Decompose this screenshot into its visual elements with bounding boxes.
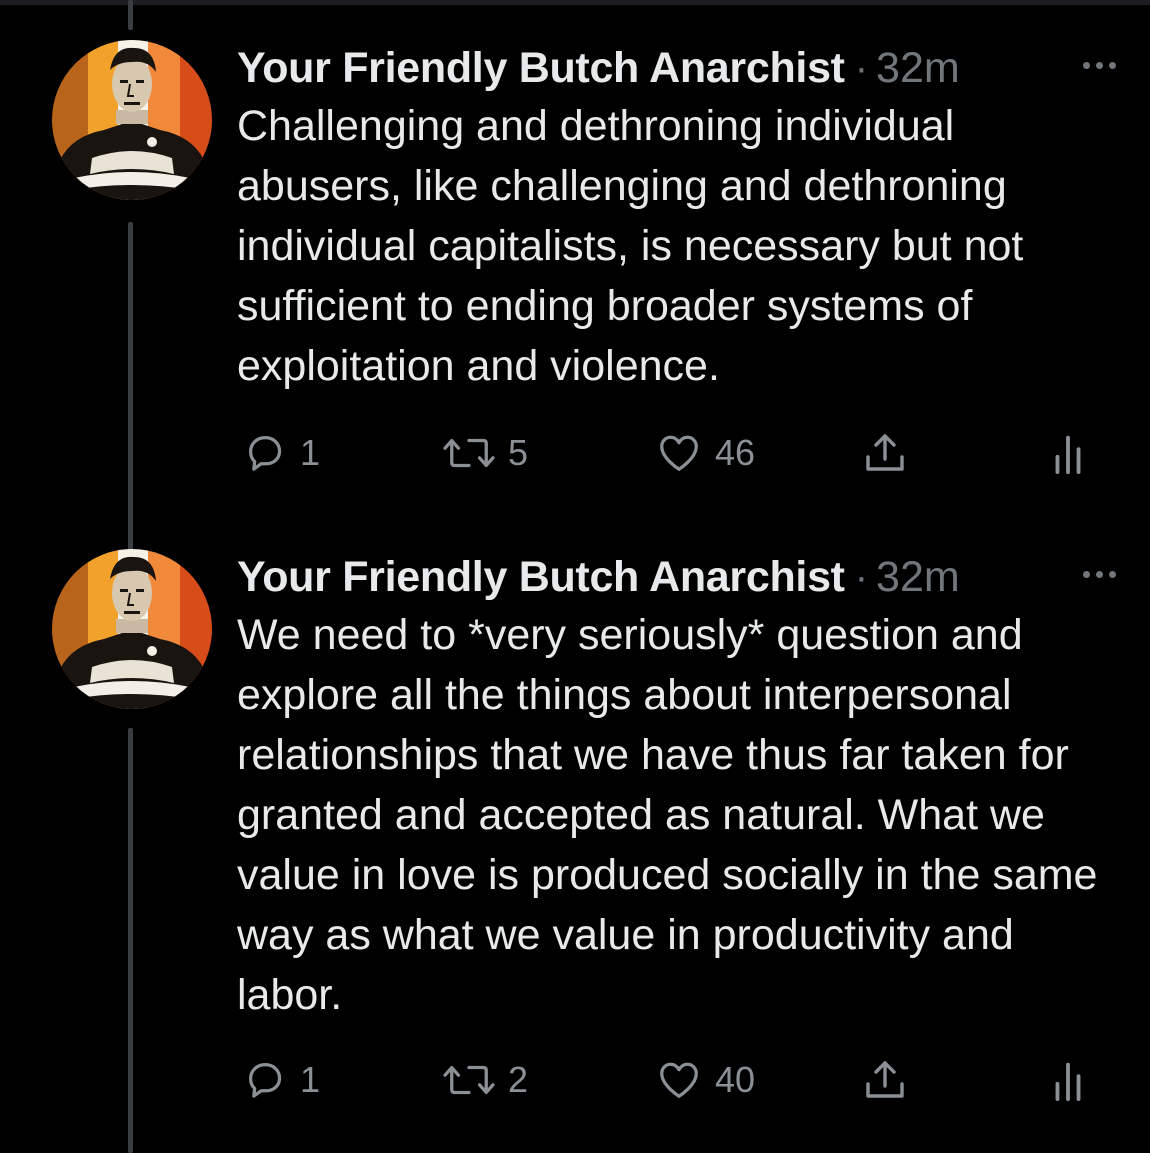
retweet-icon: [443, 1065, 495, 1095]
tweet-actions: 1 5 46: [237, 423, 1127, 483]
share-icon: [866, 1061, 904, 1098]
tweet-header: Your Friendly Butch Anarchist · 32m: [237, 40, 1127, 96]
share-button[interactable]: [860, 423, 910, 483]
retweet-icon: [443, 438, 495, 468]
separator-dot: ·: [854, 45, 869, 90]
tweet-text: Challenging and dethroning individual ab…: [237, 102, 1024, 390]
retweet-button[interactable]: 5: [442, 423, 528, 483]
retweet-button[interactable]: 2: [442, 1050, 528, 1110]
tweet-text: We need to *very seriously* question and…: [237, 611, 1098, 1019]
display-name[interactable]: Your Friendly Butch Anarchist: [237, 44, 845, 93]
tweet-content: Your Friendly Butch Anarchist · 32m We n…: [237, 549, 1127, 1110]
more-icon[interactable]: [1069, 559, 1129, 589]
reply-button[interactable]: 1: [242, 1050, 320, 1110]
more-icon[interactable]: [1069, 50, 1129, 80]
like-button[interactable]: 46: [655, 423, 755, 483]
retweet-count: 5: [508, 432, 529, 473]
like-count: 40: [715, 1059, 756, 1100]
reply-count: 1: [300, 432, 321, 473]
tweet-content: Your Friendly Butch Anarchist · 32m Chal…: [237, 40, 1127, 483]
share-icon: [866, 434, 904, 471]
analytics-icon: [1055, 1062, 1081, 1102]
reply-icon: [248, 1063, 282, 1098]
avatar[interactable]: [52, 549, 212, 709]
analytics-icon: [1055, 435, 1081, 475]
avatar[interactable]: [52, 40, 212, 200]
share-button[interactable]: [860, 1050, 910, 1110]
tweet-actions: 1 2 40: [237, 1050, 1127, 1110]
tweet-header: Your Friendly Butch Anarchist · 32m: [237, 549, 1127, 605]
reply-count: 1: [300, 1059, 321, 1100]
like-button[interactable]: 40: [655, 1050, 755, 1110]
timestamp[interactable]: 32m: [876, 44, 960, 93]
timestamp[interactable]: 32m: [876, 553, 960, 602]
separator-dot: ·: [854, 554, 869, 599]
heart-icon: [660, 435, 698, 471]
display-name[interactable]: Your Friendly Butch Anarchist: [237, 553, 845, 602]
analytics-button[interactable]: [1052, 1050, 1084, 1110]
analytics-button[interactable]: [1052, 423, 1084, 483]
reply-button[interactable]: 1: [242, 423, 320, 483]
like-count: 46: [715, 432, 756, 473]
avatar-image: [52, 40, 212, 200]
thread-line-bottom: [128, 728, 133, 1153]
retweet-count: 2: [508, 1059, 529, 1100]
thread-line-middle: [128, 222, 133, 552]
heart-icon: [660, 1062, 698, 1098]
avatar-image: [52, 549, 212, 709]
thread-line-top: [128, 0, 133, 30]
top-divider: [0, 0, 1150, 5]
reply-icon: [248, 436, 282, 471]
